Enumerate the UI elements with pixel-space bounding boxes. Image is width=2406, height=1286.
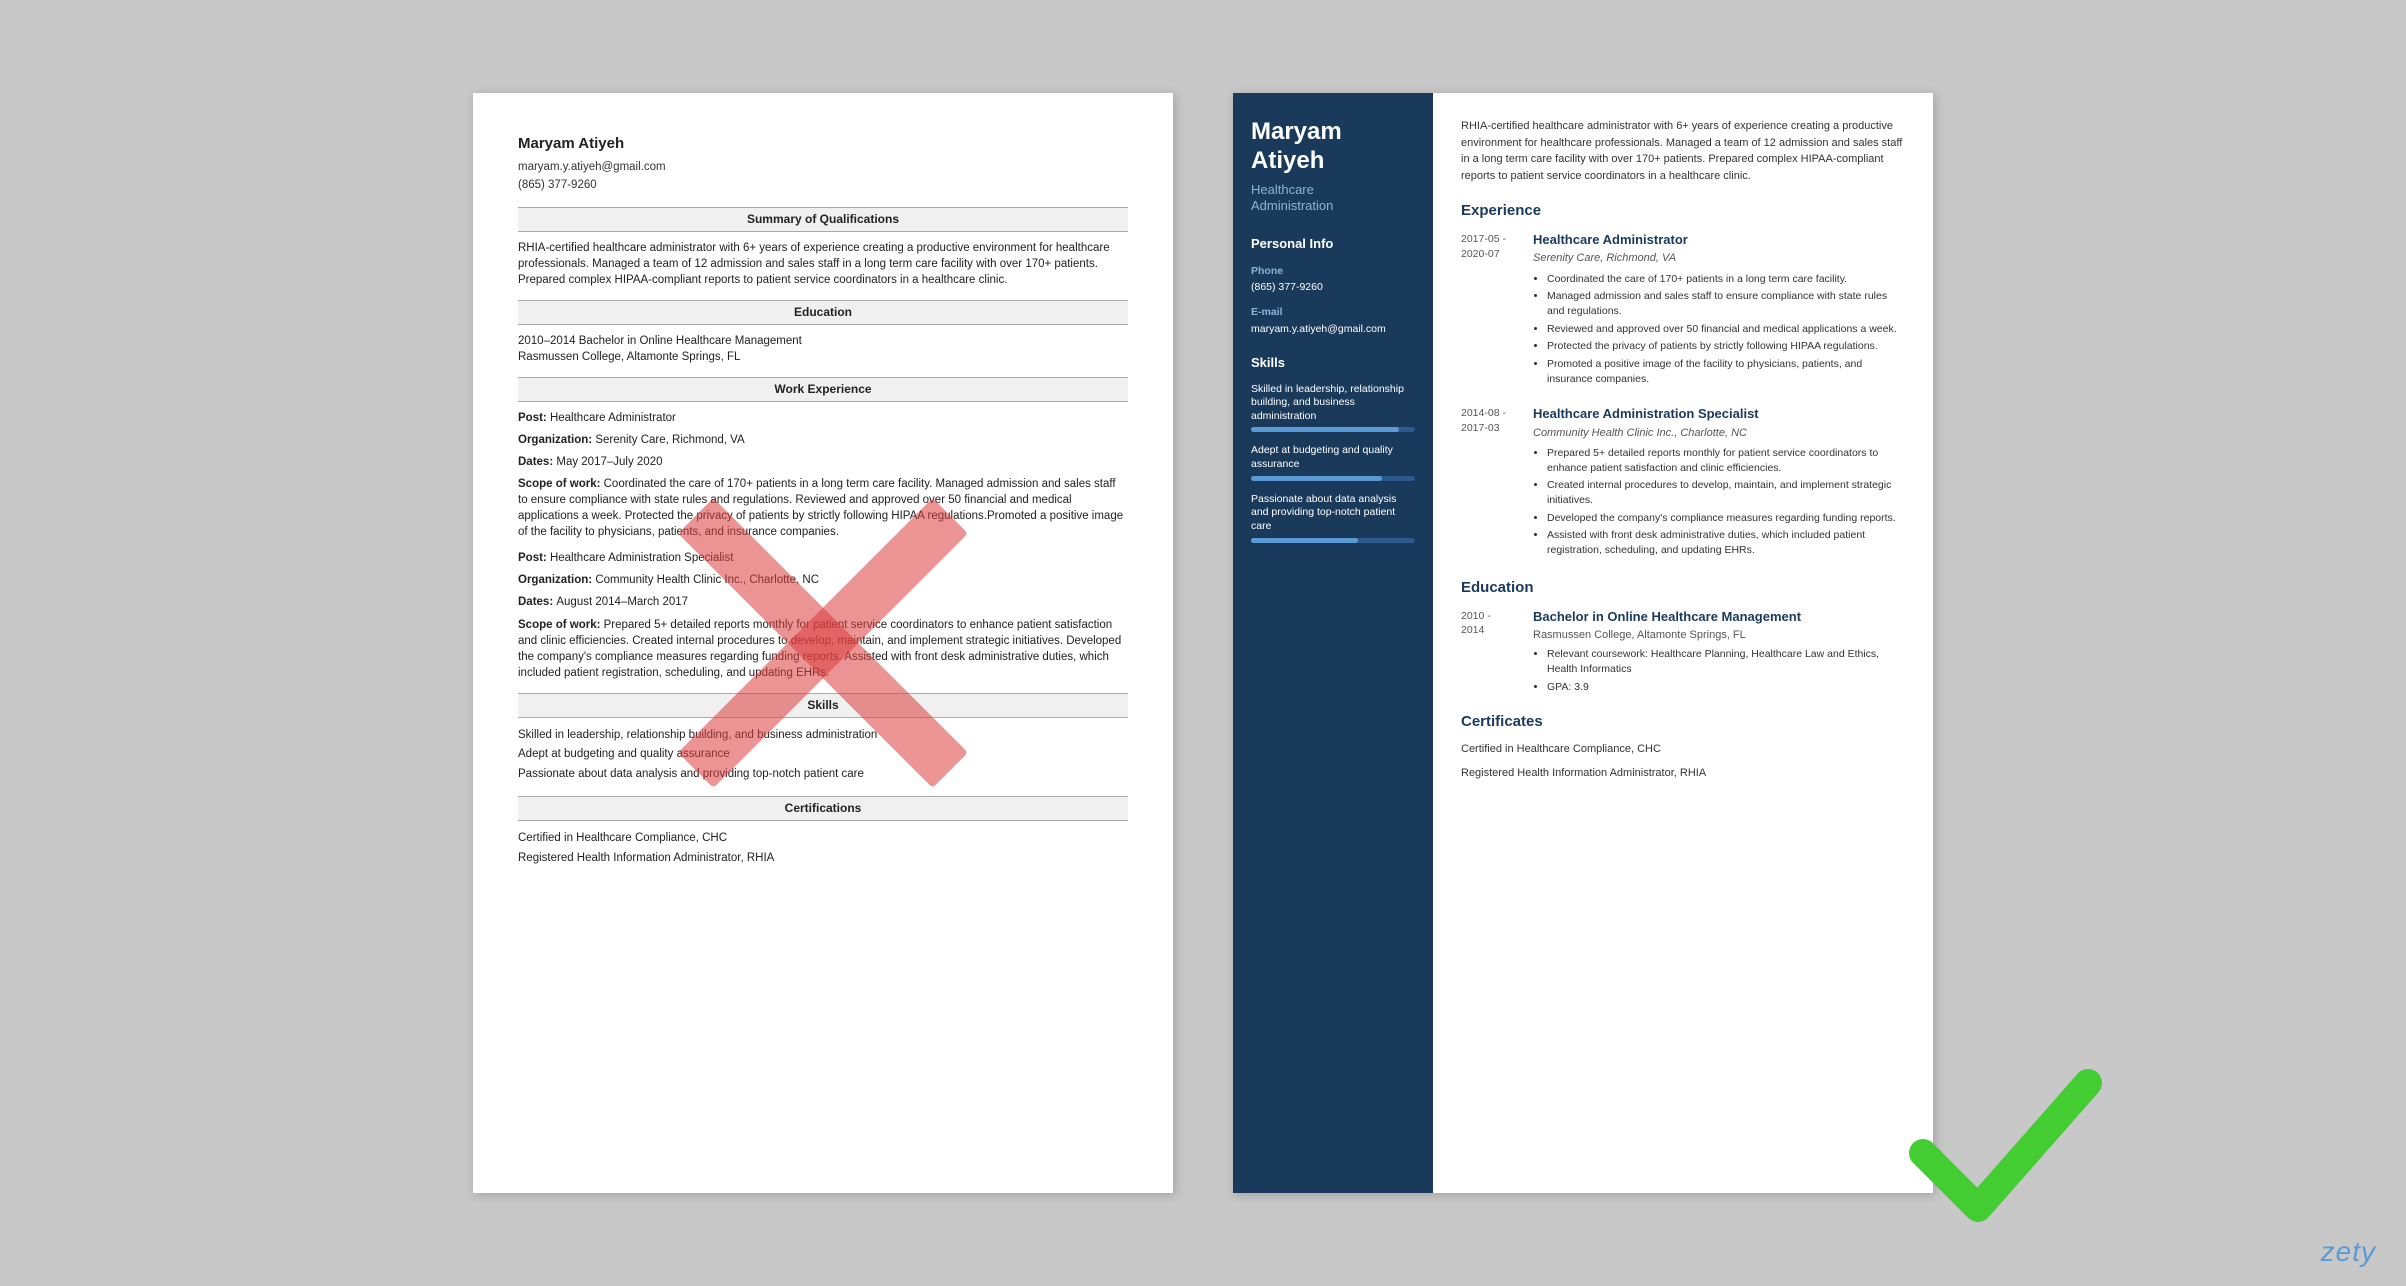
bad-resume: Maryam Atiyeh maryam.y.atiyeh@gmail.com …	[473, 93, 1173, 1193]
green-checkmark-icon	[1903, 1043, 2103, 1243]
scope-label-2: Scope of work:	[518, 619, 604, 631]
exp-bullets-2: Prepared 5+ detailed reports monthly for…	[1533, 446, 1905, 558]
exp-content-2: Healthcare Administration Specialist Com…	[1533, 405, 1905, 560]
scope-label-1: Scope of work:	[518, 478, 604, 490]
exp-content-1: Healthcare Administrator Serenity Care, …	[1533, 231, 1905, 389]
phone-value: (865) 377-9260	[1251, 280, 1415, 295]
skills-title: Skills	[1251, 354, 1415, 372]
skills-header: Skills	[518, 693, 1128, 718]
date-label-2: Dates:	[518, 596, 556, 608]
bad-skills: Skilled in leadership, relationship buil…	[518, 726, 1128, 785]
exp-company-2: Community Health Clinic Inc., Charlotte,…	[1533, 426, 1905, 441]
bad-email: maryam.y.atiyeh@gmail.com	[518, 161, 666, 173]
edu-school-1: Rasmussen College, Altamonte Springs, FL	[1533, 628, 1905, 643]
exp-date-2: 2014-08 -2017-03	[1461, 405, 1533, 560]
good-resume: MaryamAtiyeh HealthcareAdministration Pe…	[1233, 93, 1933, 1193]
good-resume-wrapper: MaryamAtiyeh HealthcareAdministration Pe…	[1233, 93, 1933, 1193]
edu-date-1: 2010 -2014	[1461, 608, 1533, 698]
post-value-1: Healthcare Administrator	[550, 412, 676, 424]
exp-date-1: 2017-05 -2020-07	[1461, 231, 1533, 389]
skill-3: Passionate about data analysis and provi…	[1251, 493, 1415, 543]
skill-bar-fill-3	[1251, 538, 1358, 543]
skill-bar-bg-3	[1251, 538, 1415, 543]
skill-bar-fill-2	[1251, 476, 1382, 481]
org-label-2: Organization:	[518, 574, 595, 586]
scope-value-1: Coordinated the care of 170+ patients in…	[518, 478, 1123, 538]
education-title: Education	[1461, 577, 1905, 598]
zety-watermark: zety	[2321, 1236, 2376, 1268]
exp-title-1: Healthcare Administrator	[1533, 231, 1905, 249]
bad-contact: maryam.y.atiyeh@gmail.com (865) 377-9260	[518, 158, 1128, 195]
edu-bullets-1: Relevant coursework: Healthcare Planning…	[1533, 647, 1905, 694]
personal-info-title: Personal Info	[1251, 235, 1415, 253]
post-label-1: Post:	[518, 412, 550, 424]
email-label: E-mail	[1251, 305, 1415, 320]
exp-company-1: Serenity Care, Richmond, VA	[1533, 251, 1905, 266]
work-entry-2: Post: Healthcare Administration Speciali…	[518, 550, 1128, 681]
certs-title: Certificates	[1461, 711, 1905, 732]
skill-bar-bg-1	[1251, 427, 1415, 432]
exp-bullets-1: Coordinated the care of 170+ patients in…	[1533, 272, 1905, 387]
bad-phone: (865) 377-9260	[518, 179, 597, 191]
cert-2: Registered Health Information Administra…	[1461, 766, 1905, 781]
bad-name: Maryam Atiyeh	[518, 133, 1128, 154]
resume-main-content: RHIA-certified healthcare administrator …	[1433, 93, 1933, 1193]
skill-text-3: Passionate about data analysis and provi…	[1251, 493, 1415, 534]
post-label-2: Post:	[518, 552, 550, 564]
date-label-1: Dates:	[518, 456, 556, 468]
bad-education: 2010–2014 Bachelor in Online Healthcare …	[518, 333, 1128, 365]
good-name: MaryamAtiyeh	[1251, 118, 1415, 176]
email-value: maryam.y.atiyeh@gmail.com	[1251, 322, 1415, 337]
exp-title-2: Healthcare Administration Specialist	[1533, 405, 1905, 423]
good-title: HealthcareAdministration	[1251, 182, 1415, 216]
edu-entry-1: 2010 -2014 Bachelor in Online Healthcare…	[1461, 608, 1905, 698]
org-value-1: Serenity Care, Richmond, VA	[595, 434, 744, 446]
skill-bar-bg-2	[1251, 476, 1415, 481]
edu-content-1: Bachelor in Online Healthcare Management…	[1533, 608, 1905, 698]
work-header: Work Experience	[518, 377, 1128, 402]
cert-1: Certified in Healthcare Compliance, CHC	[1461, 742, 1905, 757]
summary-header: Summary of Qualifications	[518, 207, 1128, 232]
education-header: Education	[518, 300, 1128, 325]
edu-degree-1: Bachelor in Online Healthcare Management	[1533, 608, 1905, 626]
exp-entry-1: 2017-05 -2020-07 Healthcare Administrato…	[1461, 231, 1905, 389]
org-label-1: Organization:	[518, 434, 595, 446]
phone-label: Phone	[1251, 264, 1415, 279]
skill-text-1: Skilled in leadership, relationship buil…	[1251, 383, 1415, 424]
skill-bar-fill-1	[1251, 427, 1399, 432]
bad-summary: RHIA-certified healthcare administrator …	[518, 240, 1128, 288]
post-value-2: Healthcare Administration Specialist	[550, 552, 733, 564]
skill-text-2: Adept at budgeting and quality assurance	[1251, 444, 1415, 471]
bad-certs: Certified in Healthcare Compliance, CHC …	[518, 829, 1128, 868]
certs-header: Certifications	[518, 796, 1128, 821]
date-value-2: August 2014–March 2017	[556, 596, 688, 608]
good-summary: RHIA-certified healthcare administrator …	[1461, 118, 1905, 184]
experience-title: Experience	[1461, 200, 1905, 221]
skill-2: Adept at budgeting and quality assurance	[1251, 444, 1415, 480]
work-entry-1: Post: Healthcare Administrator Organizat…	[518, 410, 1128, 541]
date-value-1: May 2017–July 2020	[556, 456, 662, 468]
exp-entry-2: 2014-08 -2017-03 Healthcare Administrati…	[1461, 405, 1905, 560]
org-value-2: Community Health Clinic Inc., Charlotte,…	[595, 574, 819, 586]
skill-1: Skilled in leadership, relationship buil…	[1251, 383, 1415, 433]
scope-value-2: Prepared 5+ detailed reports monthly for…	[518, 619, 1121, 679]
resume-sidebar: MaryamAtiyeh HealthcareAdministration Pe…	[1233, 93, 1433, 1193]
